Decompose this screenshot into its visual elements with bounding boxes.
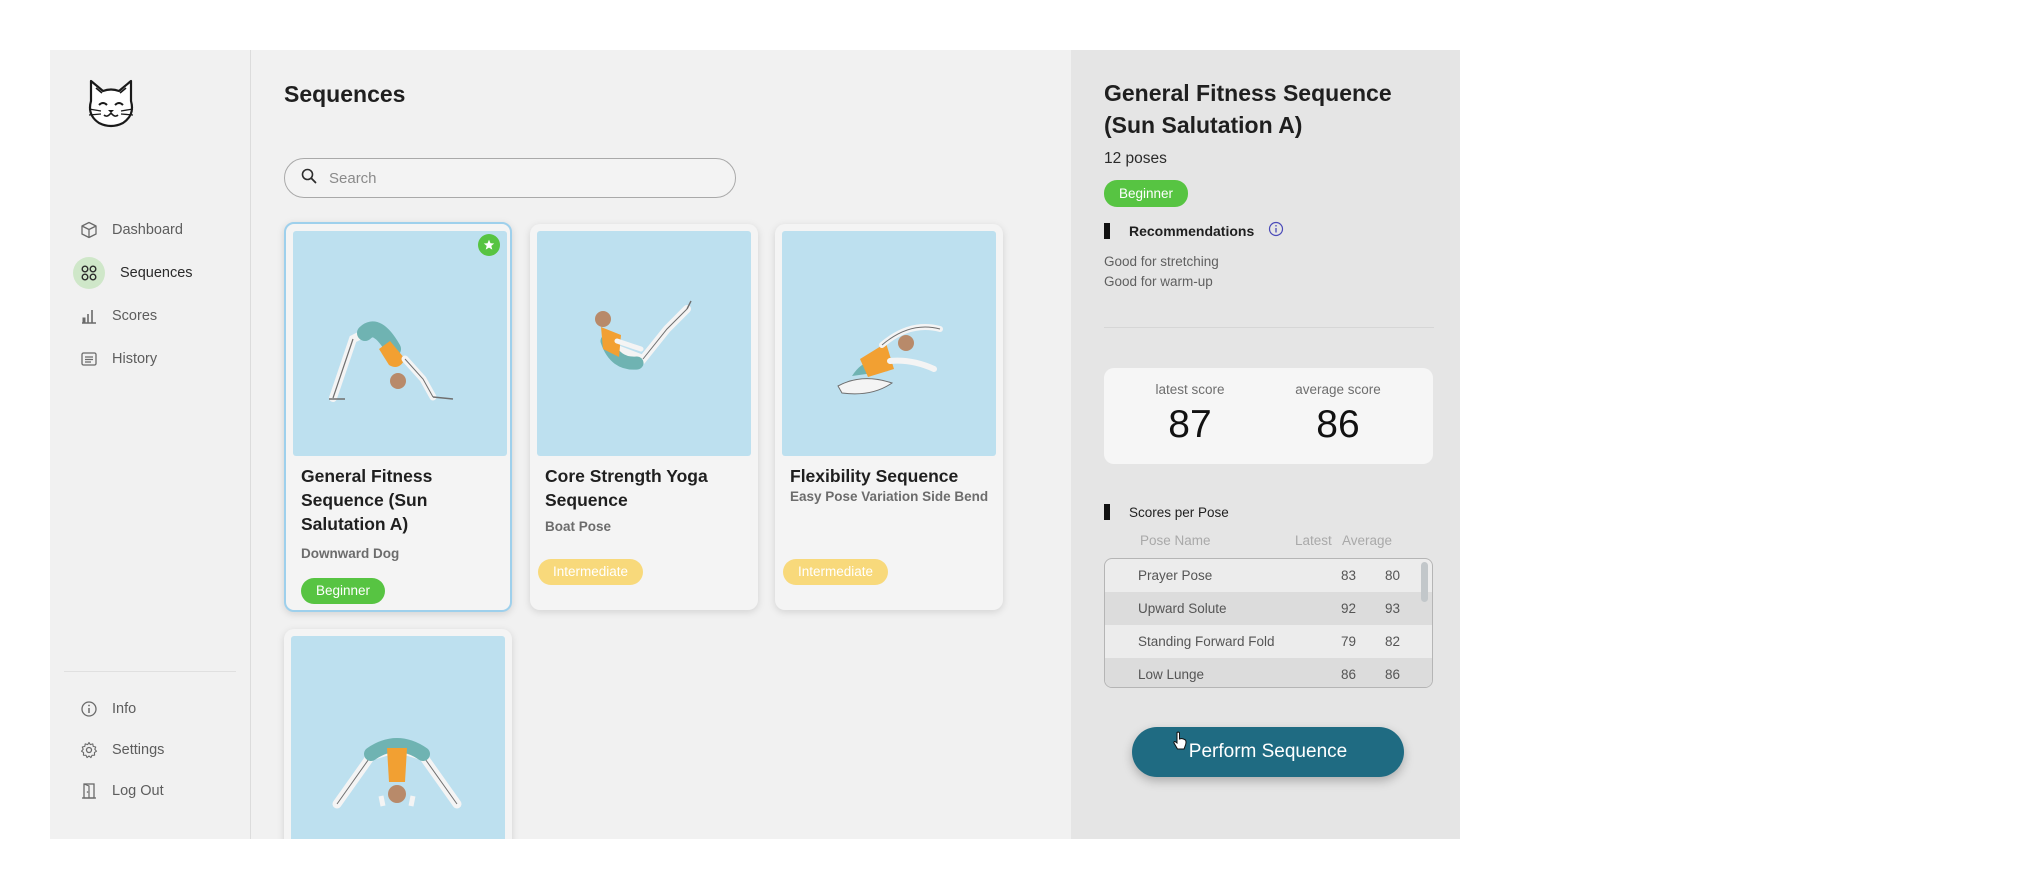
recommendations-header: Recommendations — [1104, 221, 1284, 240]
card-subtitle: Easy Pose Variation Side Bend — [790, 489, 989, 504]
pose-latest: 79 — [1341, 634, 1357, 649]
level-badge: Beginner — [301, 578, 386, 604]
search-icon — [301, 168, 317, 189]
nav-scores[interactable]: Scores — [78, 299, 238, 333]
pose-average: 86 — [1385, 667, 1401, 682]
gear-icon — [78, 739, 100, 761]
wide-leg-fold-illustration — [291, 636, 505, 839]
pose-table-scrollbar[interactable] — [1421, 562, 1428, 602]
pose-name: Upward Solute — [1138, 601, 1227, 616]
col-average: Average — [1342, 533, 1393, 548]
col-latest: Latest — [1295, 533, 1332, 548]
favorite-star-icon[interactable] — [478, 234, 500, 256]
pose-name: Standing Forward Fold — [1138, 634, 1275, 649]
bar-chart-icon — [78, 305, 100, 327]
app-window: Dashboard Sequences Scores History Info … — [50, 50, 1460, 839]
pose-name: Low Lunge — [1138, 667, 1205, 682]
pose-latest: 86 — [1341, 667, 1357, 682]
boat-pose-illustration — [537, 231, 751, 456]
level-badge: Beginner — [1104, 180, 1189, 207]
card-subtitle: Boat Pose — [545, 519, 612, 534]
cat-logo-icon[interactable] — [83, 75, 139, 131]
nav-settings-label: Settings — [112, 742, 165, 758]
section-marker — [1104, 504, 1110, 520]
table-row[interactable]: Low Lunge 86 86 — [1105, 658, 1432, 687]
table-row[interactable]: Prayer Pose 83 80 — [1105, 559, 1432, 592]
pose-average: 82 — [1385, 634, 1401, 649]
search-bar[interactable] — [284, 158, 736, 198]
nav-logout-label: Log Out — [112, 783, 164, 799]
table-row[interactable]: Standing Forward Fold 79 82 — [1105, 625, 1432, 658]
cube-icon — [78, 219, 100, 241]
section-marker — [1104, 222, 1110, 239]
detail-title: General Fitness Sequence (Sun Salutation… — [1104, 80, 1392, 138]
col-pose-name: Pose Name — [1140, 533, 1211, 548]
pose-average: 93 — [1385, 601, 1401, 616]
info-icon — [78, 698, 100, 720]
nav-logout[interactable]: Log Out — [78, 774, 238, 808]
nav-history-label: History — [112, 351, 158, 367]
nav-dashboard-label: Dashboard — [112, 222, 183, 238]
search-input[interactable] — [329, 169, 709, 187]
recommendations-label: Recommendations — [1129, 222, 1255, 239]
nav-scores-label: Scores — [112, 308, 158, 324]
card-title: General Fitness Sequence (Sun Salutation… — [301, 466, 433, 534]
pose-average: 80 — [1385, 568, 1401, 583]
card-title: Flexibility Sequence — [790, 466, 959, 486]
hand-cursor-icon — [1172, 731, 1188, 756]
level-badge: Intermediate — [538, 559, 644, 585]
info-icon[interactable] — [1268, 221, 1284, 240]
list-icon — [78, 348, 100, 370]
sidebar-divider — [64, 671, 236, 672]
grid-icon — [73, 257, 105, 289]
table-row[interactable]: Upward Solute 92 93 — [1105, 592, 1432, 625]
scores-per-pose-header: Scores per Pose — [1104, 504, 1229, 520]
card-subtitle: Downward Dog — [301, 546, 400, 561]
sequence-card-4[interactable] — [284, 629, 512, 839]
sidebar: Dashboard Sequences Scores History Info … — [50, 50, 251, 839]
page-title: Sequences — [284, 81, 406, 107]
sequence-details-panel: General Fitness Sequence (Sun Salutation… — [1071, 50, 1460, 839]
downward-dog-illustration — [293, 231, 507, 456]
nav-sequences-label: Sequences — [120, 265, 193, 281]
nav-info[interactable]: Info — [78, 692, 238, 726]
latest-score-block: latest score 87 — [1130, 382, 1250, 447]
nav-sequences[interactable]: Sequences — [73, 256, 238, 290]
sequence-card-general-fitness[interactable]: General Fitness Sequence (Sun Salutation… — [284, 222, 512, 612]
sequence-card-flexibility[interactable]: Flexibility Sequence Easy Pose Variation… — [775, 224, 1003, 610]
pose-table[interactable]: Prayer Pose 83 80 Upward Solute 92 93 St… — [1104, 558, 1433, 688]
latest-score-value: 87 — [1168, 403, 1212, 446]
divider — [1104, 327, 1434, 328]
side-bend-illustration — [782, 231, 996, 456]
pose-count: 12 poses — [1104, 150, 1167, 167]
nav-history[interactable]: History — [78, 342, 238, 376]
average-score-label: average score — [1295, 382, 1381, 397]
level-badge: Intermediate — [783, 559, 889, 585]
average-score-block: average score 86 — [1278, 382, 1398, 447]
nav-dashboard[interactable]: Dashboard — [78, 213, 238, 247]
pose-latest: 92 — [1341, 601, 1357, 616]
recommendation-item: Good for stretching — [1104, 254, 1219, 269]
pose-latest: 83 — [1341, 568, 1357, 583]
nav-info-label: Info — [112, 701, 137, 717]
main-content: Sequences Search General Fitness Sequenc… — [251, 50, 1121, 839]
score-summary: latest score 87 average score 86 — [1104, 368, 1433, 464]
average-score-value: 86 — [1316, 403, 1360, 446]
scores-per-pose-label: Scores per Pose — [1129, 504, 1229, 520]
latest-score-label: latest score — [1155, 382, 1225, 397]
card-title: Core Strength Yoga Sequence — [545, 466, 708, 510]
door-icon — [78, 780, 100, 802]
recommendation-item: Good for warm-up — [1104, 274, 1213, 289]
sequence-card-core-strength[interactable]: Core Strength Yoga Sequence Boat Pose In… — [530, 224, 758, 610]
nav-settings[interactable]: Settings — [78, 733, 238, 767]
pose-name: Prayer Pose — [1138, 568, 1213, 583]
